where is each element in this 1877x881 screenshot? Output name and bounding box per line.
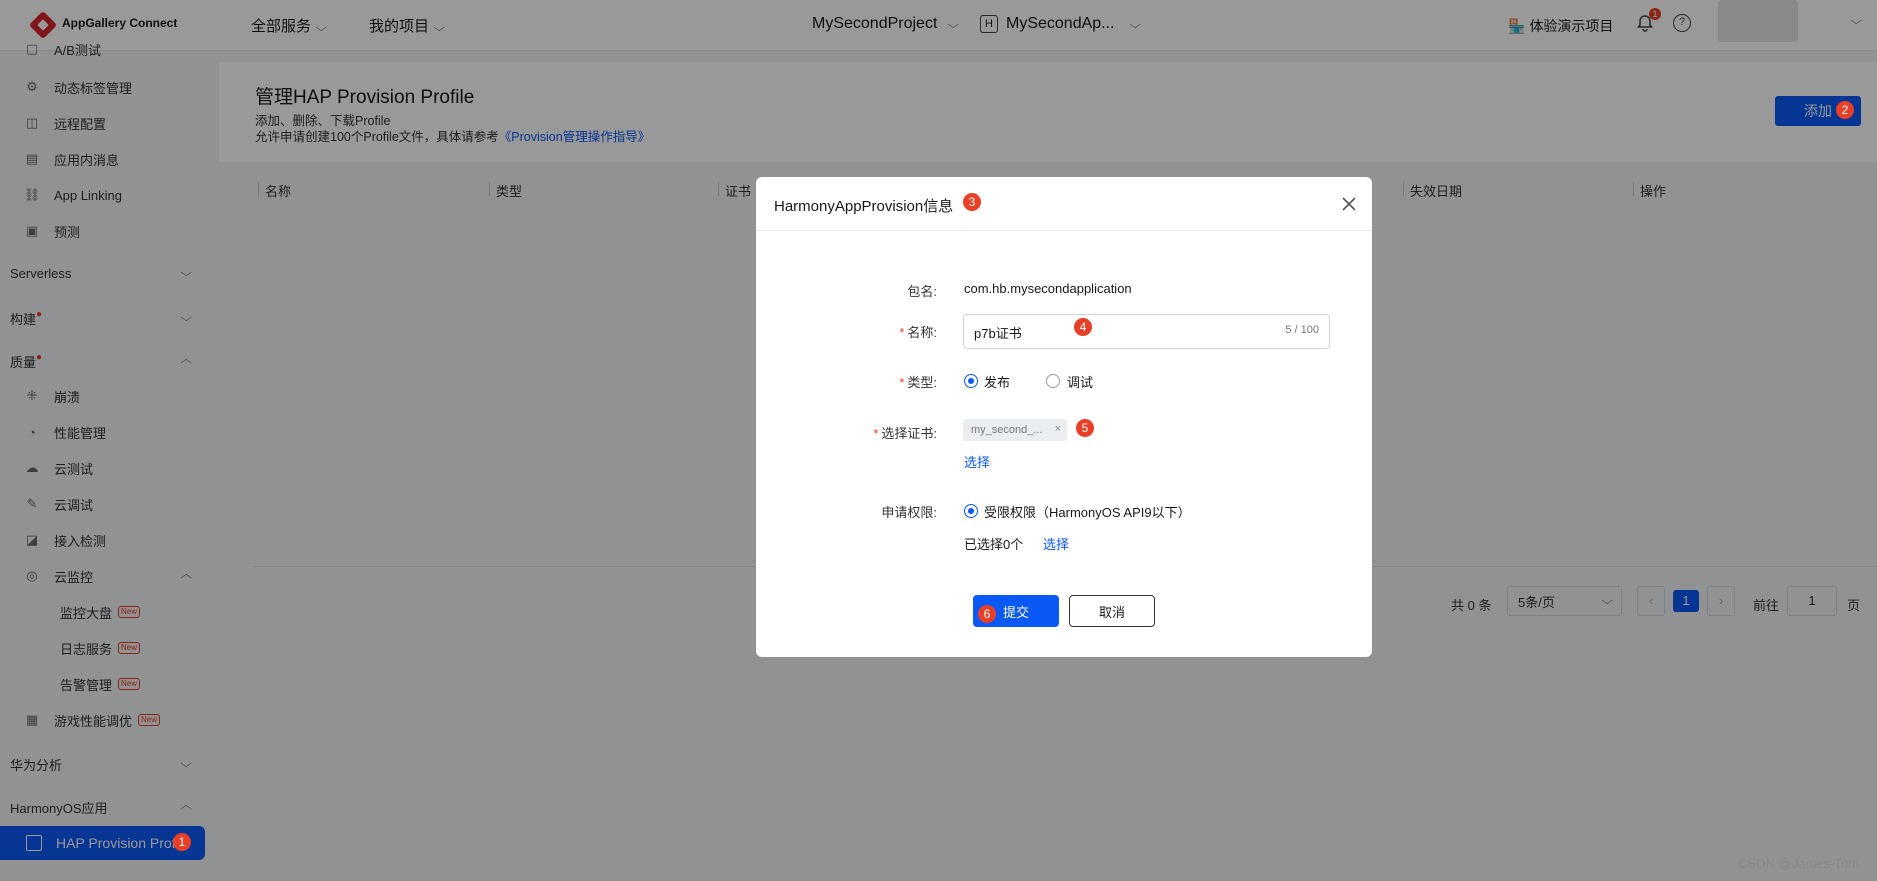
step-marker-4: 4: [1074, 318, 1092, 336]
required-marker: *: [899, 325, 905, 340]
select-certificate-link[interactable]: 选择: [964, 452, 990, 471]
restricted-permission-label[interactable]: 受限权限（HarmonyOS API9以下）: [984, 502, 1191, 521]
required-marker: *: [873, 426, 879, 441]
dialog-title: HarmonyAppProvision信息: [774, 198, 954, 215]
selected-certificate-tag: my_second_... ×: [963, 419, 1067, 441]
restricted-permission-radio[interactable]: [964, 504, 978, 518]
provision-info-dialog: HarmonyAppProvision信息 包名: com.hb.mysecon…: [756, 177, 1372, 657]
cancel-label: 取消: [1098, 604, 1125, 620]
package-value: com.hb.mysecondapplication: [964, 281, 1132, 296]
type-label-text: 类型:: [907, 375, 937, 390]
type-label: * 类型:: [899, 372, 937, 391]
name-label-text: 名称:: [907, 325, 937, 340]
certificate-label: * 选择证书:: [873, 423, 937, 442]
cancel-button[interactable]: 取消: [1069, 595, 1155, 627]
type-release-radio[interactable]: [964, 374, 978, 388]
step-marker-2: 2: [1836, 101, 1854, 119]
submit-label: 提交: [1002, 604, 1029, 620]
type-debug-label[interactable]: 调试: [1067, 372, 1093, 391]
watermark: CSDN @James-Tom: [1738, 856, 1859, 871]
type-release-label[interactable]: 发布: [984, 372, 1010, 391]
remove-tag-icon[interactable]: ×: [1055, 423, 1061, 435]
permission-label: 申请权限:: [881, 505, 937, 520]
type-debug-radio[interactable]: [1046, 374, 1060, 388]
step-marker-5: 5: [1076, 419, 1094, 437]
profile-name-value: p7b证书: [974, 326, 1022, 341]
char-counter: 5 / 100: [1285, 324, 1319, 336]
step-marker-3: 3: [963, 193, 981, 211]
step-marker-6: 6: [978, 605, 996, 623]
name-label: * 名称:: [899, 322, 937, 341]
selected-permission-count: 已选择0个: [964, 537, 1024, 552]
certificate-label-text: 选择证书:: [881, 426, 937, 441]
dialog-divider: [756, 230, 1372, 231]
close-icon[interactable]: [1340, 195, 1358, 213]
certificate-tag-label: my_second_...: [971, 424, 1043, 436]
required-marker: *: [899, 375, 905, 390]
package-label: 包名:: [907, 284, 937, 299]
select-permission-link[interactable]: 选择: [1043, 534, 1069, 553]
profile-name-input[interactable]: p7b证书 5 / 100: [963, 314, 1330, 349]
step-marker-1: 1: [173, 833, 191, 851]
